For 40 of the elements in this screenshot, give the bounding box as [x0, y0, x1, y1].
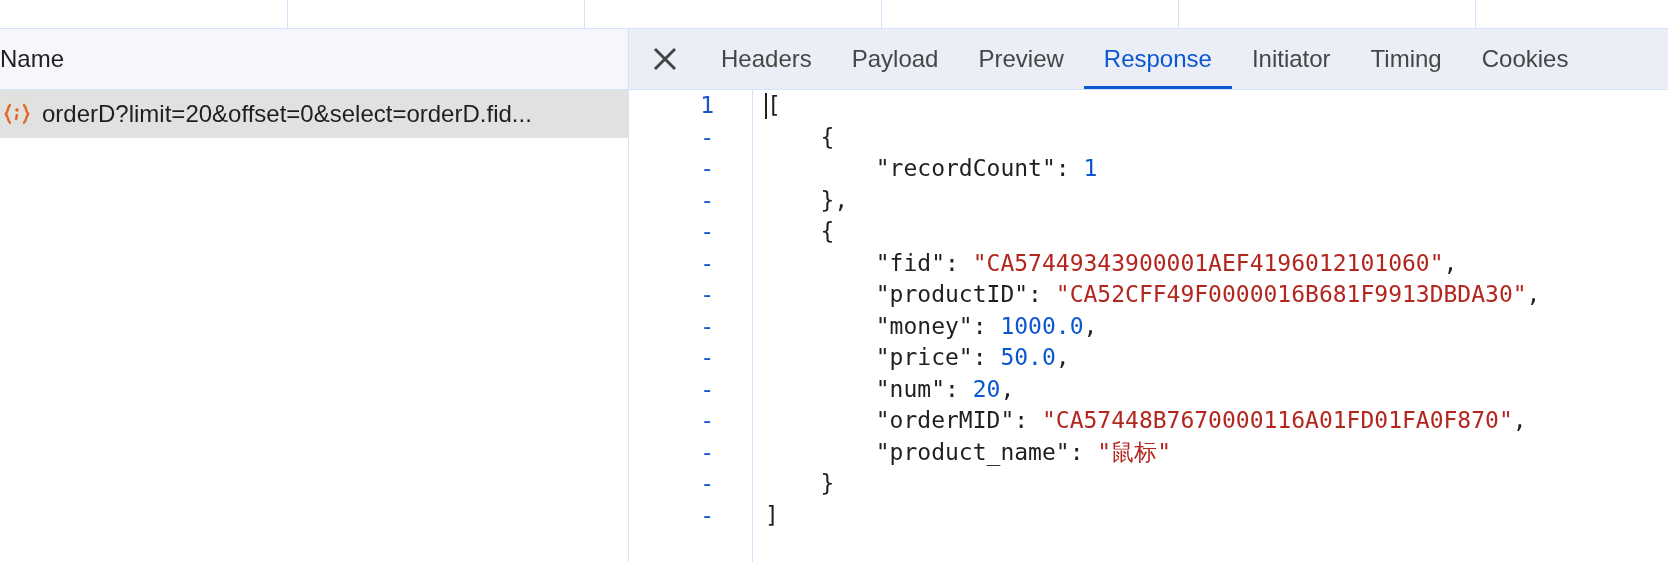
line-number: - — [700, 186, 714, 213]
code-line: { — [819, 122, 835, 152]
code-line: ] — [765, 500, 779, 530]
line-number: - — [700, 438, 714, 465]
line-number: - — [700, 123, 714, 150]
code-line: } — [819, 469, 835, 498]
line-number: - — [700, 470, 714, 496]
tab[interactable]: Payload — [831, 29, 959, 89]
line-number: - — [700, 155, 714, 181]
braces-icon — [4, 103, 30, 125]
code-line: { — [819, 217, 835, 246]
line-number: - — [700, 312, 714, 339]
tab[interactable]: Preview — [958, 29, 1084, 89]
text-cursor — [765, 92, 767, 119]
line-number: - — [700, 344, 714, 370]
line-number: - — [700, 501, 714, 528]
line-number: - — [700, 281, 714, 307]
request-row[interactable]: orderD?limit=20&offset=0&select=orderD.fid... — [0, 90, 628, 138]
tab[interactable]: Initiator — [1231, 29, 1351, 89]
line-number: - — [700, 249, 714, 276]
code-line: "recordCount": 1 — [874, 154, 1098, 183]
code-line: "num": 20, — [874, 374, 1015, 404]
code-line: "money": 1000.0, — [874, 311, 1098, 341]
code-line: [ — [767, 91, 781, 120]
line-number: 1 — [700, 92, 714, 118]
line-number: - — [700, 407, 714, 433]
column-header[interactable]: Name — [0, 29, 628, 90]
tab[interactable]: Timing — [1350, 29, 1462, 89]
code-line: "productID": "CA52CFF49F0000016B681F9913DBDA30", — [874, 280, 1541, 309]
code-line: "product_name": "鼠标" — [874, 437, 1172, 468]
request-name: orderD?limit=20&offset=0&select=orderD.fid... — [42, 99, 532, 129]
code-line: "fid": "CA57449343900001AEF4196012101060", — [874, 248, 1458, 278]
line-number: - — [700, 218, 714, 244]
code-line: }, — [819, 185, 849, 215]
code-line: "price": 50.0, — [874, 343, 1070, 372]
tab[interactable]: Response — [1083, 29, 1232, 89]
code-line: "orderMID": "CA57448B7670000116A01FD01FA0F870", — [874, 406, 1527, 435]
tab[interactable]: Cookies — [1461, 29, 1589, 89]
line-number: - — [700, 375, 714, 402]
tab[interactable]: Headers — [701, 29, 832, 89]
